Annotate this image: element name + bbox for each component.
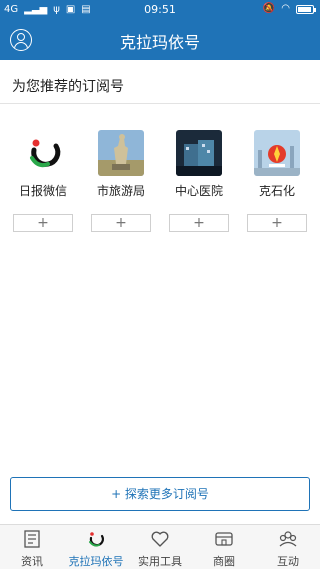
- tab-karamay[interactable]: 克拉玛依号: [64, 525, 128, 569]
- tab-news[interactable]: 资讯: [0, 525, 64, 569]
- recommend-item-daily[interactable]: 日报微信 +: [4, 130, 82, 240]
- news-icon: [22, 530, 42, 548]
- add-subscription-button[interactable]: +: [91, 214, 151, 232]
- tab-shop[interactable]: 商圈: [192, 525, 256, 569]
- explore-more-button[interactable]: + 探索更多订阅号: [10, 477, 310, 511]
- battery-icon: [296, 4, 316, 14]
- recommend-item-name: 中心医院: [174, 184, 223, 198]
- wifi-icon: ◠: [281, 3, 290, 14]
- status-bar: 4G ▂▃▅ ψ ▣ ▤ 09:51 🔕 ◠: [0, 0, 320, 20]
- recommend-item-tourism[interactable]: 市旅游局 +: [82, 130, 160, 240]
- recommend-item-name: 克石化: [258, 184, 295, 198]
- mute-icon: 🔕: [262, 3, 276, 14]
- add-subscription-button[interactable]: +: [13, 214, 73, 232]
- status-right: 🔕 ◠: [262, 3, 316, 15]
- recommend-item-name: 日报微信: [18, 184, 67, 198]
- recommend-title: 为您推荐的订阅号: [12, 79, 124, 95]
- central-hospital-logo-icon: [176, 130, 222, 176]
- community-icon: [278, 530, 298, 548]
- tab-label: 互动: [277, 555, 299, 568]
- tab-interact[interactable]: 互动: [256, 525, 320, 569]
- tab-label: 资讯: [21, 555, 43, 568]
- recommend-grid: 日报微信 + 市旅游局 + 中心医院 + 克石化 +: [0, 130, 320, 240]
- page-title: 克拉玛依号: [119, 33, 200, 52]
- add-subscription-button[interactable]: +: [169, 214, 229, 232]
- recommend-item-hospital[interactable]: 中心医院 +: [160, 130, 238, 240]
- recommend-item-name: 市旅游局: [96, 184, 145, 198]
- recommend-item-petrochem[interactable]: 克石化 +: [238, 130, 316, 240]
- petrochem-logo-icon: [254, 130, 300, 176]
- daily-wechat-logo-icon: [20, 130, 66, 176]
- tab-label: 克拉玛依号: [68, 555, 124, 568]
- heart-icon: [150, 530, 170, 548]
- add-subscription-button[interactable]: +: [247, 214, 307, 232]
- tab-label: 实用工具: [138, 555, 182, 568]
- tab-label: 商圈: [213, 555, 235, 568]
- title-bar: 克拉玛依号: [0, 20, 320, 60]
- karamay-logo-icon: [86, 530, 106, 548]
- tab-tools[interactable]: 实用工具: [128, 525, 192, 569]
- section-divider: [0, 103, 320, 104]
- bottom-tab-bar: 资讯 克拉玛依号 实用工具 商圈 互动: [0, 524, 320, 569]
- shop-icon: [214, 530, 234, 548]
- tourism-bureau-logo-icon: [98, 130, 144, 176]
